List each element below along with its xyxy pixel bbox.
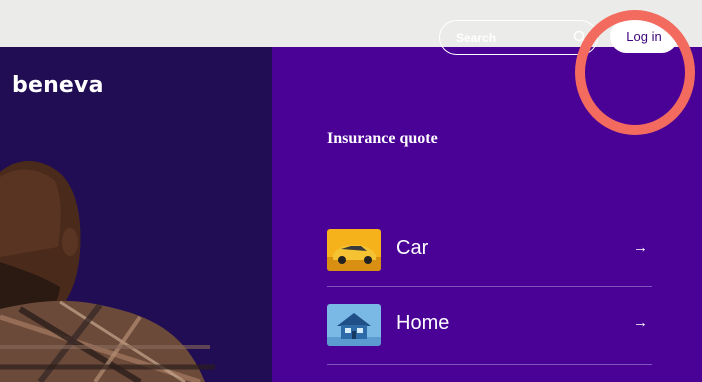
insurance-quote-title: Insurance quote (327, 130, 438, 147)
search-field[interactable]: Search (439, 20, 598, 55)
hero-left-panel: beneva (0, 47, 272, 382)
arrow-right-icon: → (633, 239, 648, 256)
car-thumbnail (327, 229, 381, 271)
insurance-item-label: Home (396, 312, 450, 334)
insurance-item-car[interactable]: Car → (327, 225, 652, 277)
login-button[interactable]: Log in (610, 20, 678, 53)
home-thumbnail (327, 304, 381, 346)
divider (327, 364, 652, 365)
search-placeholder: Search (456, 31, 497, 45)
insurance-item-label: Car (396, 237, 429, 259)
divider (327, 286, 652, 287)
search-icon[interactable] (573, 30, 587, 44)
insurance-item-home[interactable]: Home → (327, 300, 652, 352)
arrow-right-icon: → (633, 314, 648, 331)
beneva-logo[interactable]: beneva (12, 73, 104, 98)
